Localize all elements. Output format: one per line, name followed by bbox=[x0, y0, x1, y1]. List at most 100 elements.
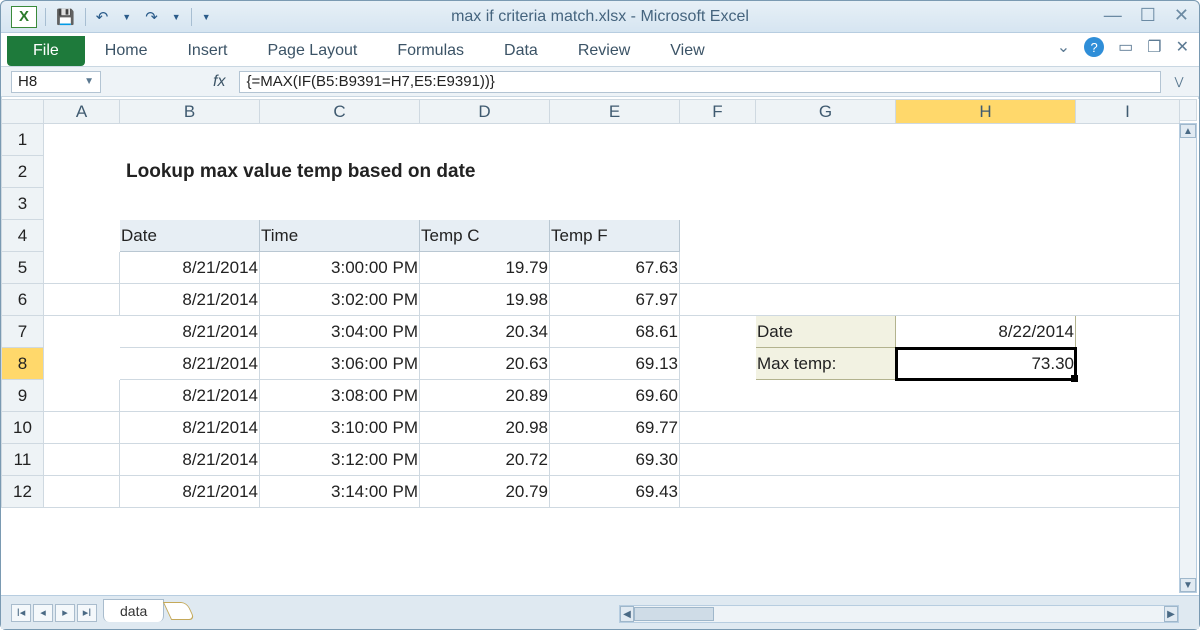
tab-page-layout[interactable]: Page Layout bbox=[247, 36, 377, 66]
col-G[interactable]: G bbox=[756, 100, 896, 124]
cell[interactable]: 69.13 bbox=[550, 348, 680, 380]
cell[interactable]: 3:06:00 PM bbox=[260, 348, 420, 380]
redo-icon[interactable]: ↷ bbox=[141, 6, 162, 28]
qat-customize-icon[interactable]: ▼ bbox=[198, 10, 215, 24]
cell[interactable]: 3:04:00 PM bbox=[260, 316, 420, 348]
cell[interactable]: 69.30 bbox=[550, 444, 680, 476]
tab-view[interactable]: View bbox=[650, 36, 724, 66]
cell[interactable] bbox=[680, 284, 1180, 316]
cell[interactable]: 68.61 bbox=[550, 316, 680, 348]
wb-close-icon[interactable]: ✕ bbox=[1176, 37, 1189, 57]
cell[interactable]: 8/21/2014 bbox=[120, 380, 260, 412]
new-sheet-button[interactable] bbox=[163, 602, 195, 620]
hdr-tempc[interactable]: Temp C bbox=[420, 220, 550, 252]
cell[interactable] bbox=[44, 188, 1180, 220]
horizontal-scrollbar[interactable]: ◀ ▶ bbox=[619, 605, 1179, 623]
sheet-title[interactable]: Lookup max value temp based on date bbox=[120, 156, 756, 188]
cell[interactable] bbox=[680, 444, 1180, 476]
cell[interactable]: 8/21/2014 bbox=[120, 348, 260, 380]
sheet-tab-data[interactable]: data bbox=[103, 599, 164, 622]
cell[interactable]: 3:00:00 PM bbox=[260, 252, 420, 284]
cell[interactable]: 3:12:00 PM bbox=[260, 444, 420, 476]
cell[interactable] bbox=[44, 348, 120, 380]
sheet-first-icon[interactable]: I◂ bbox=[11, 604, 31, 622]
cell[interactable]: 20.79 bbox=[420, 476, 550, 508]
row-5[interactable]: 5 bbox=[2, 252, 44, 284]
col-B[interactable]: B bbox=[120, 100, 260, 124]
row-3[interactable]: 3 bbox=[2, 188, 44, 220]
wb-restore-icon[interactable]: ❐ bbox=[1147, 37, 1161, 57]
cell[interactable] bbox=[44, 412, 120, 444]
fill-handle[interactable] bbox=[1071, 375, 1078, 382]
cell[interactable] bbox=[1076, 316, 1180, 348]
tab-home[interactable]: Home bbox=[85, 36, 168, 66]
cell[interactable]: 20.89 bbox=[420, 380, 550, 412]
cell[interactable] bbox=[680, 316, 756, 348]
sheet-next-icon[interactable]: ▸ bbox=[55, 604, 75, 622]
lookup-date-label[interactable]: Date bbox=[756, 316, 896, 348]
scroll-down-icon[interactable]: ▼ bbox=[1180, 578, 1196, 592]
cell[interactable]: 3:14:00 PM bbox=[260, 476, 420, 508]
maximize-button[interactable]: ☐ bbox=[1140, 5, 1156, 26]
cell[interactable] bbox=[44, 220, 120, 252]
minimize-button[interactable]: — bbox=[1104, 5, 1122, 26]
cell[interactable] bbox=[44, 284, 120, 316]
cell[interactable] bbox=[680, 252, 1180, 284]
cell[interactable] bbox=[1076, 348, 1180, 380]
row-7[interactable]: 7 bbox=[2, 316, 44, 348]
wb-minimize-icon[interactable]: ▭ bbox=[1118, 37, 1133, 57]
row-12[interactable]: 12 bbox=[2, 476, 44, 508]
cell[interactable] bbox=[44, 252, 120, 284]
cell[interactable] bbox=[44, 156, 120, 188]
row-11[interactable]: 11 bbox=[2, 444, 44, 476]
cell[interactable]: 8/21/2014 bbox=[120, 316, 260, 348]
active-cell[interactable]: 73.30 bbox=[896, 348, 1076, 380]
cell[interactable]: 3:02:00 PM bbox=[260, 284, 420, 316]
col-H[interactable]: H bbox=[896, 100, 1076, 124]
col-I[interactable]: I bbox=[1076, 100, 1180, 124]
cell[interactable]: 19.98 bbox=[420, 284, 550, 316]
cell[interactable] bbox=[44, 444, 120, 476]
name-box-dropdown-icon[interactable]: ▼ bbox=[84, 76, 94, 87]
cell[interactable]: 8/21/2014 bbox=[120, 476, 260, 508]
cell[interactable] bbox=[44, 476, 120, 508]
cell[interactable]: 3:08:00 PM bbox=[260, 380, 420, 412]
lookup-max-label[interactable]: Max temp: bbox=[756, 348, 896, 380]
undo-dropdown-icon[interactable]: ▼ bbox=[118, 10, 135, 24]
hdr-time[interactable]: Time bbox=[260, 220, 420, 252]
scroll-up-icon[interactable]: ▲ bbox=[1180, 124, 1196, 138]
undo-icon[interactable]: ↶ bbox=[92, 6, 113, 28]
cell[interactable]: 20.63 bbox=[420, 348, 550, 380]
cell[interactable]: 69.43 bbox=[550, 476, 680, 508]
save-icon[interactable]: 💾 bbox=[52, 6, 79, 28]
select-all-button[interactable] bbox=[2, 100, 44, 124]
col-F[interactable]: F bbox=[680, 100, 756, 124]
lookup-date-value[interactable]: 8/22/2014 bbox=[896, 316, 1076, 348]
ribbon-minimize-icon[interactable]: ⌄ bbox=[1057, 37, 1070, 57]
fx-label-icon[interactable]: fx bbox=[207, 73, 231, 91]
row-6[interactable]: 6 bbox=[2, 284, 44, 316]
row-10[interactable]: 10 bbox=[2, 412, 44, 444]
cell[interactable] bbox=[680, 220, 1180, 252]
cell[interactable]: 67.63 bbox=[550, 252, 680, 284]
row-9[interactable]: 9 bbox=[2, 380, 44, 412]
cell[interactable]: 19.79 bbox=[420, 252, 550, 284]
tab-data[interactable]: Data bbox=[484, 36, 558, 66]
help-icon[interactable]: ? bbox=[1084, 37, 1104, 57]
hdr-tempf[interactable]: Temp F bbox=[550, 220, 680, 252]
row-8[interactable]: 8 bbox=[2, 348, 44, 380]
scroll-right-icon[interactable]: ▶ bbox=[1164, 606, 1178, 622]
cell[interactable] bbox=[44, 380, 120, 412]
formula-input[interactable]: {=MAX(IF(B5:B9391=H7,E5:E9391))} bbox=[239, 71, 1161, 93]
cell[interactable]: 69.77 bbox=[550, 412, 680, 444]
cell[interactable] bbox=[680, 476, 1180, 508]
col-A[interactable]: A bbox=[44, 100, 120, 124]
sheet-prev-icon[interactable]: ◂ bbox=[33, 604, 53, 622]
cell[interactable]: 20.98 bbox=[420, 412, 550, 444]
cell[interactable] bbox=[44, 316, 120, 348]
cell[interactable] bbox=[680, 348, 756, 380]
vertical-scrollbar[interactable]: ▲ ▼ bbox=[1179, 123, 1197, 593]
cell[interactable] bbox=[680, 380, 1180, 412]
cell[interactable]: 3:10:00 PM bbox=[260, 412, 420, 444]
cell[interactable] bbox=[44, 124, 1180, 156]
